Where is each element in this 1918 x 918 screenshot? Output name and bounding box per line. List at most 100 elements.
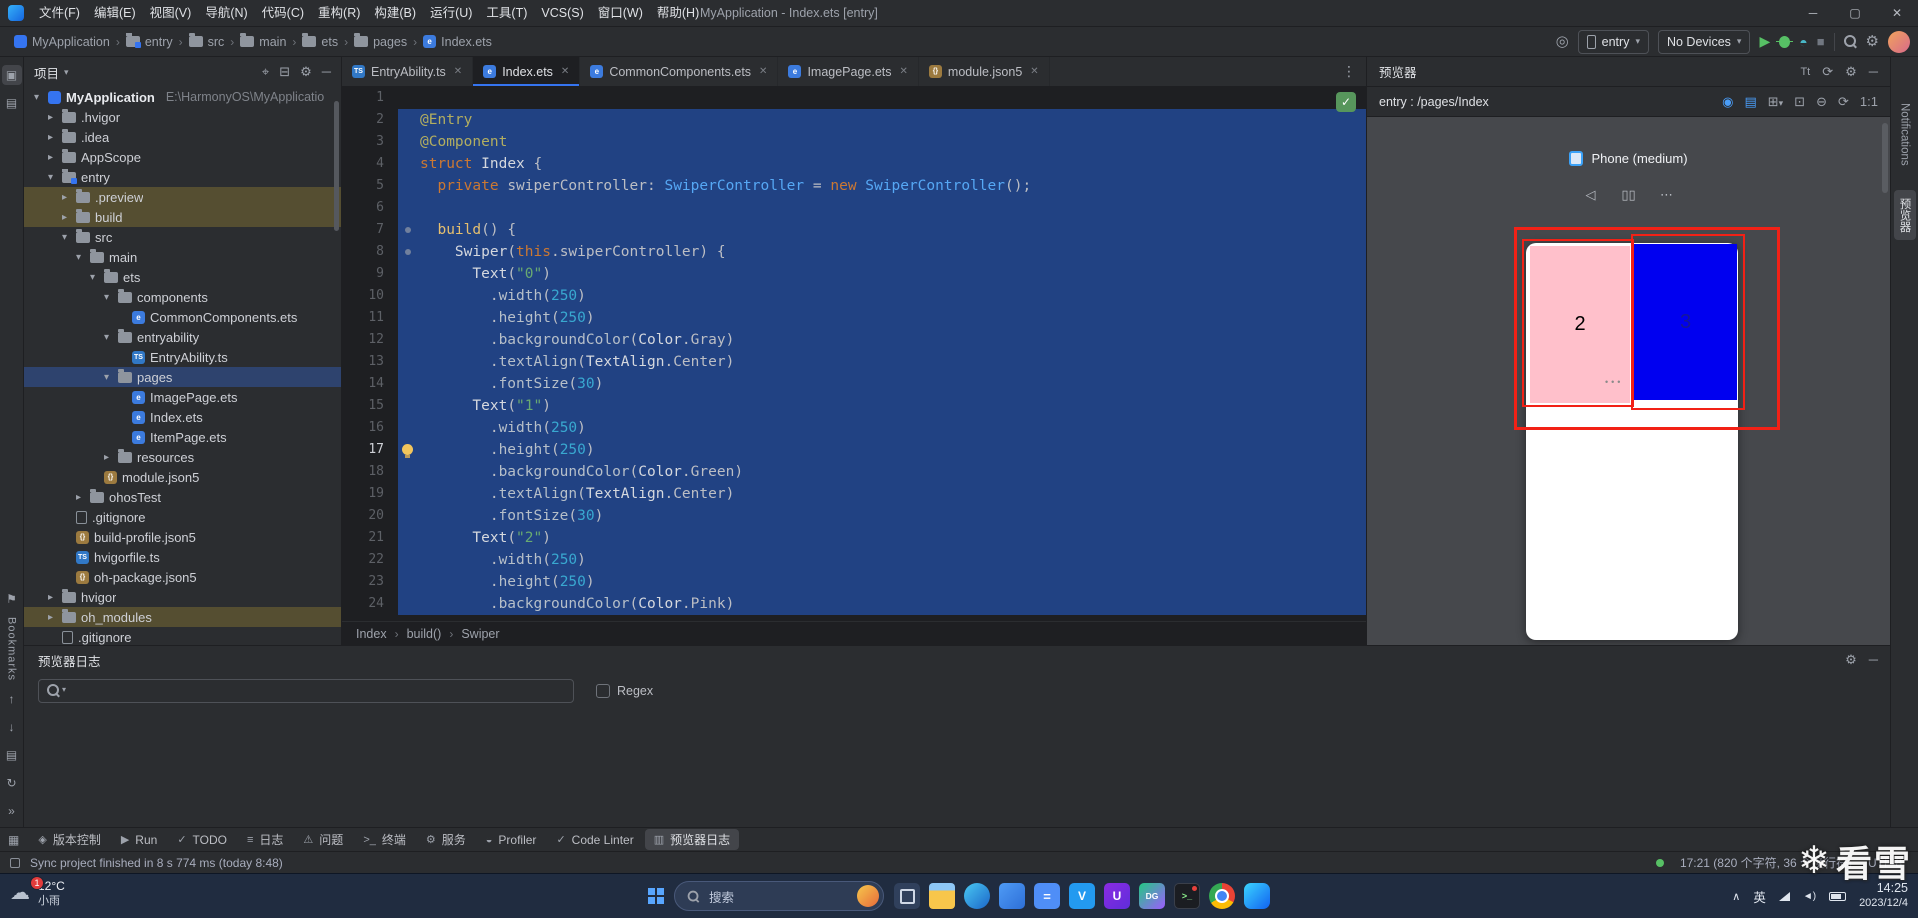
- rotate-device-button[interactable]: ◁: [1575, 183, 1607, 207]
- run-config-selector[interactable]: entry ▾: [1577, 29, 1649, 54]
- hide-previewer-icon[interactable]: ─: [1869, 64, 1878, 79]
- tree-item-ImagePage.ets[interactable]: ImagePage.ets: [24, 387, 341, 407]
- tree-item-MyApplication[interactable]: ▾ MyApplication E:\HarmonyOS\MyApplicatio: [24, 87, 341, 107]
- code-line-16[interactable]: 16 .width(250): [342, 417, 1366, 439]
- breadcrumb-component[interactable]: Swiper: [461, 627, 499, 641]
- tree-item-src[interactable]: ▾ src: [24, 227, 341, 247]
- scroll-up-icon[interactable]: ↑: [2, 689, 22, 709]
- menu-窗口(W)[interactable]: 窗口(W): [591, 0, 650, 26]
- intention-bulb-icon[interactable]: [402, 444, 413, 458]
- tree-item-main[interactable]: ▾ main: [24, 247, 341, 267]
- windows-start-button[interactable]: [648, 888, 664, 904]
- code-line-10[interactable]: 10 .width(250): [342, 285, 1366, 307]
- tab-ImagePage.ets[interactable]: ImagePage.ets ✕: [778, 57, 919, 86]
- code-line-11[interactable]: 11 .height(250): [342, 307, 1366, 329]
- tree-item-module.json5[interactable]: module.json5: [24, 467, 341, 487]
- code-line-23[interactable]: 23 .height(250): [342, 571, 1366, 593]
- chevron-expanded-icon[interactable]: ▾: [58, 232, 71, 243]
- component-tree-icon[interactable]: ▤: [1744, 94, 1756, 110]
- close-tab-icon[interactable]: ✕: [454, 66, 462, 77]
- breadcrumb-item-ets[interactable]: ets: [302, 33, 338, 49]
- chevron-expanded-icon[interactable]: ▾: [100, 292, 113, 303]
- volume-icon[interactable]: ◄): [1803, 891, 1816, 902]
- close-button[interactable]: ✕: [1876, 0, 1918, 26]
- code-line-3[interactable]: 3 @Component: [342, 131, 1366, 153]
- tree-item-build-profile.json5[interactable]: build-profile.json5: [24, 527, 341, 547]
- menu-视图(V)[interactable]: 视图(V): [143, 0, 199, 26]
- project-panel-title[interactable]: 项目 ▾: [34, 63, 69, 82]
- edge-icon[interactable]: [964, 883, 990, 909]
- locate-file-icon[interactable]: ⌖: [262, 64, 269, 80]
- restart-icon[interactable]: ↻: [2, 773, 22, 793]
- stop-button[interactable]: ■: [1817, 34, 1825, 49]
- zoom-out-icon[interactable]: ⊖: [1816, 94, 1827, 110]
- toolwindow-Profiler[interactable]: ◒ Profiler: [477, 829, 546, 850]
- tree-item-ohosTest[interactable]: ▸ ohosTest: [24, 487, 341, 507]
- close-tab-icon[interactable]: ✕: [561, 66, 569, 77]
- device-selector[interactable]: No Devices ▾: [1657, 29, 1751, 54]
- datagrip-icon[interactable]: [1139, 883, 1165, 909]
- code-line-4[interactable]: 4 struct Index {: [342, 153, 1366, 175]
- uibot-icon[interactable]: [1104, 883, 1130, 909]
- chrome-icon[interactable]: [1209, 883, 1235, 909]
- chevron-collapsed-icon[interactable]: ▸: [44, 112, 57, 123]
- chevron-expanded-icon[interactable]: ▾: [100, 332, 113, 343]
- deveco-studio-icon[interactable]: [1244, 883, 1270, 909]
- panel-settings-gear-icon[interactable]: ⚙: [300, 64, 312, 80]
- right-strip-tab-预览器[interactable]: 预览器: [1893, 189, 1916, 241]
- tree-item-hvigorfile.ts[interactable]: hvigorfile.ts: [24, 547, 341, 567]
- code-line-7[interactable]: 7 build() {: [342, 219, 1366, 241]
- ime-indicator[interactable]: 英: [1753, 887, 1766, 906]
- menu-构建(B)[interactable]: 构建(B): [367, 0, 423, 26]
- close-tab-icon[interactable]: ✕: [900, 66, 908, 77]
- profiler-button[interactable]: ◓: [1799, 34, 1807, 50]
- code-line-1[interactable]: 1: [342, 87, 1366, 109]
- chevron-expanded-icon[interactable]: ▾: [100, 372, 113, 383]
- device-manager-icon[interactable]: ◎: [1556, 34, 1569, 49]
- font-size-icon[interactable]: Tt: [1800, 66, 1810, 78]
- hide-panel-icon[interactable]: ─: [322, 64, 331, 80]
- taskbar-search[interactable]: 搜索: [674, 881, 884, 911]
- code-line-18[interactable]: 18 .backgroundColor(Color.Green): [342, 461, 1366, 483]
- menu-VCS(S)[interactable]: VCS(S): [534, 0, 590, 26]
- more-tabs-icon[interactable]: ⋮: [1332, 57, 1366, 86]
- menu-编辑(E)[interactable]: 编辑(E): [87, 0, 143, 26]
- settings-gear-icon[interactable]: ⚙: [1866, 34, 1879, 49]
- menu-代码(C)[interactable]: 代码(C): [255, 0, 311, 26]
- chevron-collapsed-icon[interactable]: ▸: [44, 592, 57, 603]
- regex-option[interactable]: Regex: [596, 684, 653, 698]
- chevron-collapsed-icon[interactable]: ▸: [58, 212, 71, 223]
- toolwindow-服务[interactable]: ⚙ 服务: [417, 829, 475, 850]
- tree-item-.gitignore[interactable]: .gitignore: [24, 507, 341, 527]
- toolwindow-问题[interactable]: ⚠ 问题: [294, 829, 352, 850]
- chevron-collapsed-icon[interactable]: ▸: [44, 612, 57, 623]
- tree-item-.preview[interactable]: ▸ .preview: [24, 187, 341, 207]
- maximize-button[interactable]: ▢: [1834, 0, 1876, 26]
- code-line-22[interactable]: 22 .width(250): [342, 549, 1366, 571]
- toolwindow-Code Linter[interactable]: ✓ Code Linter: [547, 829, 642, 850]
- file-explorer-icon[interactable]: [929, 883, 955, 909]
- user-avatar[interactable]: [1888, 30, 1910, 53]
- tree-item-Index.ets[interactable]: Index.ets: [24, 407, 341, 427]
- tree-item-entry[interactable]: ▾ entry: [24, 167, 341, 187]
- inspections-ok-icon[interactable]: ✓: [1336, 92, 1356, 112]
- code-line-24[interactable]: 24 .backgroundColor(Color.Pink): [342, 593, 1366, 615]
- chevron-collapsed-icon[interactable]: ▸: [100, 452, 113, 463]
- tree-item-components[interactable]: ▾ components: [24, 287, 341, 307]
- project-scrollbar[interactable]: [334, 101, 339, 231]
- more-options-button[interactable]: ⋯: [1651, 183, 1683, 207]
- code-line-8[interactable]: 8 Swiper(this.swiperController) {: [342, 241, 1366, 263]
- structure-tool-icon[interactable]: ▤: [2, 93, 22, 113]
- search-icon[interactable]: [1843, 35, 1857, 48]
- tree-item-ItemPage.ets[interactable]: ItemPage.ets: [24, 427, 341, 447]
- menu-运行(U)[interactable]: 运行(U): [423, 0, 479, 26]
- log-content[interactable]: [24, 708, 1890, 827]
- tree-item-oh-package.json5[interactable]: oh-package.json5: [24, 567, 341, 587]
- code-line-19[interactable]: 19 .textAlign(TextAlign.Center): [342, 483, 1366, 505]
- vscode-icon[interactable]: [1069, 883, 1095, 909]
- tree-item-AppScope[interactable]: ▸ AppScope: [24, 147, 341, 167]
- breadcrumb-item-src[interactable]: src: [188, 33, 224, 49]
- code-line-15[interactable]: 15 Text("1"): [342, 395, 1366, 417]
- tree-item-resources[interactable]: ▸ resources: [24, 447, 341, 467]
- code-editor[interactable]: 1 2 @Entry 3 @Component 4 struct Index {5 priv…: [342, 87, 1366, 621]
